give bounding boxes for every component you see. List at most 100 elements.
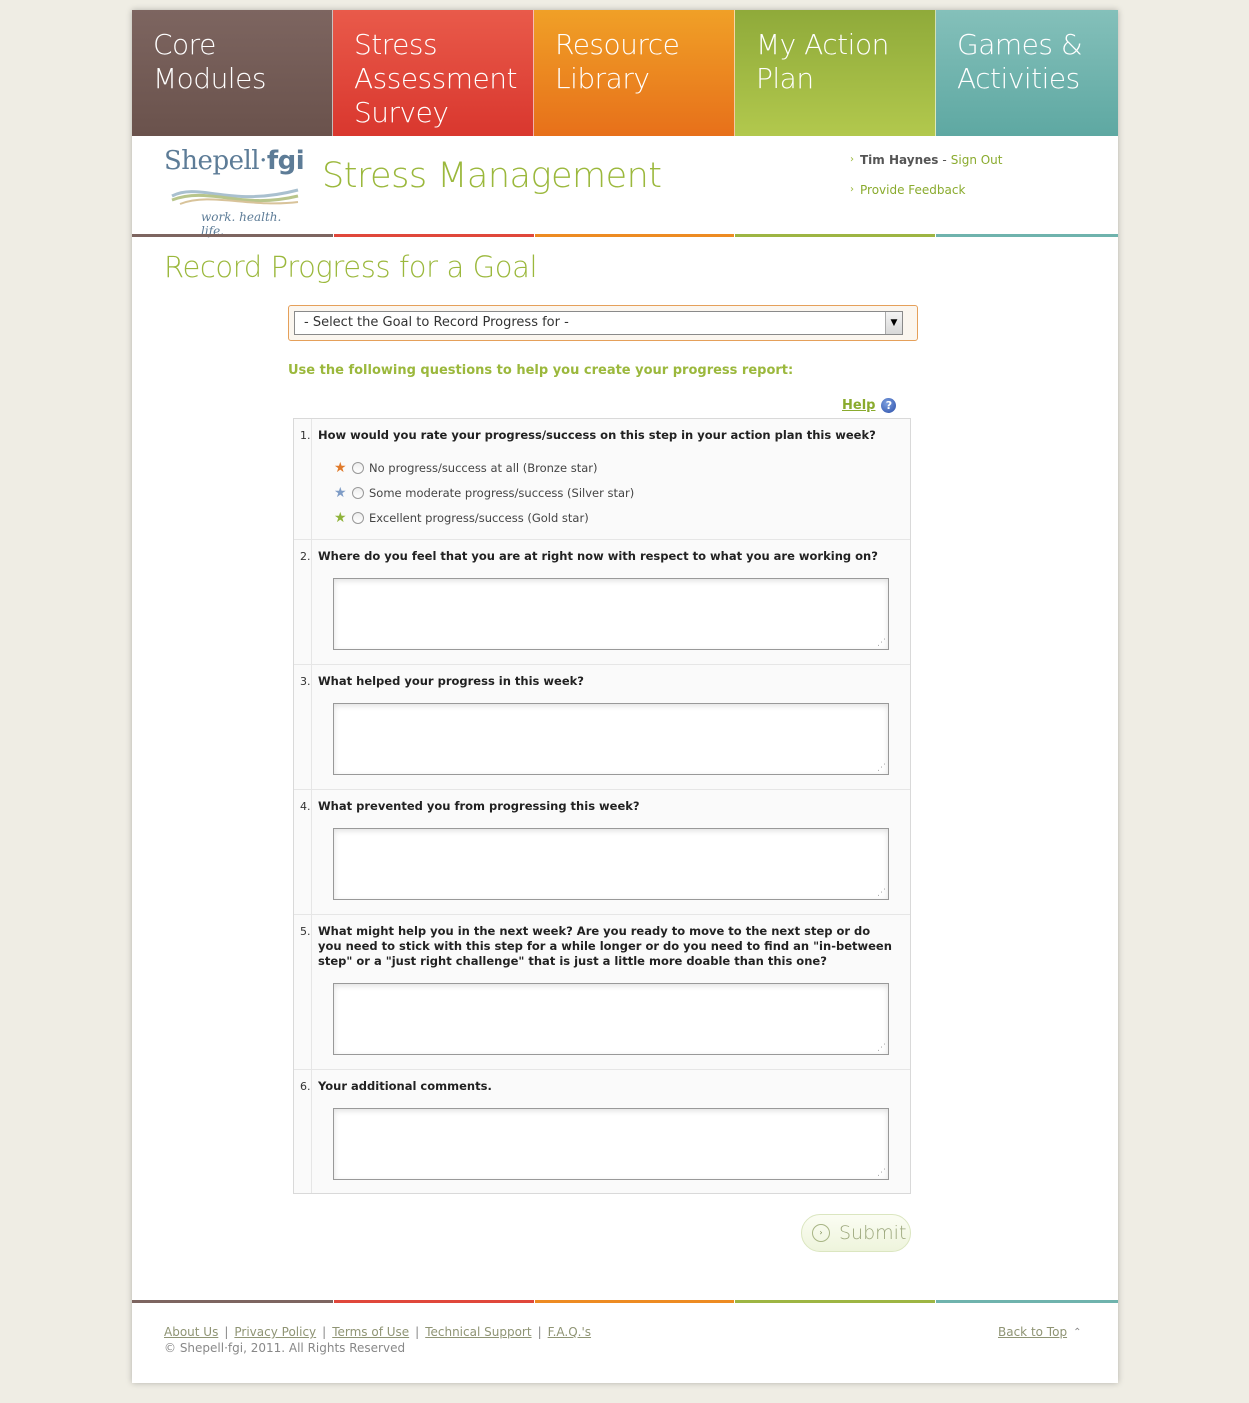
logo-swoosh-icon	[171, 188, 299, 205]
page-title: Record Progress for a Goal	[164, 250, 538, 284]
main-nav: Core Modules Stress Assessment Survey Re…	[132, 10, 1118, 136]
answer-textarea[interactable]: ⋰	[333, 578, 889, 650]
page-container: Core Modules Stress Assessment Survey Re…	[132, 10, 1118, 1383]
separator: -	[942, 153, 947, 167]
question-text: Your additional comments.	[318, 1079, 492, 1093]
logo-suffix: fgi	[266, 146, 305, 176]
question-row: 3. What helped your progress in this wee…	[294, 664, 910, 789]
goal-select-container: - Select the Goal to Record Progress for…	[288, 305, 918, 341]
rating-option-label: No progress/success at all (Bronze star)	[369, 460, 598, 475]
resize-grip-icon[interactable]: ⋰	[877, 1044, 886, 1053]
question-number: 6.	[294, 1070, 312, 1193]
nav-tab-label: Core Modules	[153, 28, 266, 95]
back-to-top-link[interactable]: Back to Top	[998, 1325, 1067, 1339]
nav-tab-label: Library	[555, 62, 650, 95]
answer-textarea[interactable]: ⋰	[333, 828, 889, 900]
question-number: 4.	[294, 790, 312, 914]
rating-option-label: Excellent progress/success (Gold star)	[369, 510, 589, 525]
nav-tab-my-action-plan[interactable]: My Action Plan	[735, 10, 936, 136]
goal-select[interactable]: - Select the Goal to Record Progress for…	[294, 311, 903, 335]
nav-tab-label: Resource	[555, 28, 680, 61]
provide-feedback-link[interactable]: Provide Feedback	[860, 175, 965, 205]
question-number: 3.	[294, 665, 312, 789]
nav-tab-stress-assessment-survey[interactable]: Stress Assessment Survey	[333, 10, 534, 136]
footer-separator: |	[224, 1325, 229, 1339]
nav-tab-label: Activities	[957, 62, 1080, 95]
question-text: What prevented you from progressing this…	[318, 799, 640, 813]
question-row: 1. How would you rate your progress/succ…	[294, 419, 910, 539]
chevron-down-icon[interactable]: ▼	[885, 312, 902, 334]
user-row: › Tim Haynes - Sign Out	[850, 145, 1003, 175]
user-name: Tim Haynes	[860, 153, 939, 167]
rating-option-silver[interactable]: ★ Some moderate progress/success (Silver…	[334, 480, 893, 505]
question-number: 2.	[294, 540, 312, 664]
logo-dot: ·	[259, 146, 267, 176]
resize-grip-icon[interactable]: ⋰	[877, 889, 886, 898]
silver-star-icon: ★	[334, 484, 347, 501]
radio-bronze[interactable]	[352, 461, 364, 474]
nav-tab-core-modules[interactable]: Core Modules	[132, 10, 333, 136]
question-text: What helped your progress in this week?	[318, 674, 584, 688]
footer-links: About Us | Privacy Policy | Terms of Use | Tec…	[164, 1325, 591, 1339]
nav-tab-label: Assessment	[354, 62, 517, 95]
nav-tab-label: Stress	[354, 28, 438, 61]
rating-option-label: Some moderate progress/success (Silver s…	[369, 485, 635, 500]
radio-silver[interactable]	[352, 486, 364, 499]
bronze-star-icon: ★	[334, 459, 347, 476]
help-link[interactable]: Help	[842, 398, 875, 413]
questions-table: 1. How would you rate your progress/succ…	[293, 418, 911, 1194]
footer-separator: |	[415, 1325, 420, 1339]
chevron-up-icon[interactable]: ⌃	[1073, 1327, 1081, 1338]
gold-star-icon: ★	[334, 509, 347, 526]
question-row: 4. What prevented you from progressing t…	[294, 789, 910, 914]
question-row: 2. Where do you feel that you are at rig…	[294, 539, 910, 664]
question-row: 6. Your additional comments. ⋰	[294, 1069, 910, 1193]
resize-grip-icon[interactable]: ⋰	[877, 764, 886, 773]
nav-tab-label: Games &	[957, 28, 1083, 61]
submit-button[interactable]: › Submit	[801, 1214, 911, 1252]
back-to-top: Back to Top ⌃	[998, 1325, 1081, 1339]
submit-label: Submit	[839, 1222, 907, 1244]
logo-name: Shepell	[164, 146, 260, 176]
footer-link-faq[interactable]: F.A.Q.'s	[548, 1325, 591, 1339]
answer-textarea[interactable]: ⋰	[333, 983, 889, 1055]
instructions-text: Use the following questions to help you …	[288, 363, 794, 378]
shepell-fgi-logo[interactable]: Shepell·fgi work. health. life.	[164, 146, 305, 238]
nav-tab-resource-library[interactable]: Resource Library	[534, 10, 735, 136]
footer-link-technical-support[interactable]: Technical Support	[425, 1325, 531, 1339]
arrow-right-icon: ›	[812, 1224, 830, 1242]
chevron-right-icon: ›	[850, 154, 854, 165]
footer-separator: |	[322, 1325, 327, 1339]
site-title: Stress Management	[322, 156, 662, 196]
resize-grip-icon[interactable]: ⋰	[877, 639, 886, 648]
answer-textarea[interactable]: ⋰	[333, 703, 889, 775]
help-icon[interactable]: ?	[881, 398, 897, 413]
nav-tab-label: Plan	[756, 62, 814, 95]
rating-option-bronze[interactable]: ★ No progress/success at all (Bronze sta…	[334, 455, 893, 480]
question-number: 1.	[294, 419, 312, 539]
footer-link-privacy-policy[interactable]: Privacy Policy	[234, 1325, 316, 1339]
radio-gold[interactable]	[352, 511, 364, 524]
answer-textarea[interactable]: ⋰	[333, 1108, 889, 1180]
feedback-row: › Provide Feedback	[850, 175, 1003, 205]
chevron-right-icon: ›	[850, 184, 854, 195]
question-text: How would you rate your progress/success…	[318, 428, 876, 442]
goal-select-value: - Select the Goal to Record Progress for…	[304, 315, 569, 330]
footer-link-about-us[interactable]: About Us	[164, 1325, 218, 1339]
site-header: Shepell·fgi work. health. life. Stress M…	[132, 136, 1118, 238]
rating-option-gold[interactable]: ★ Excellent progress/success (Gold star)	[334, 505, 893, 530]
user-links: › Tim Haynes - Sign Out › Provide Feedba…	[850, 145, 1003, 205]
sign-out-link[interactable]: Sign Out	[951, 145, 1003, 175]
logo-wordmark: Shepell·fgi	[164, 146, 305, 176]
footer-separator: |	[537, 1325, 542, 1339]
rating-options: ★ No progress/success at all (Bronze sta…	[334, 455, 893, 530]
nav-tab-games-activities[interactable]: Games & Activities	[936, 10, 1118, 136]
question-text: Where do you feel that you are at right …	[318, 549, 878, 563]
question-row: 5. What might help you in the next week?…	[294, 914, 910, 1069]
footer-color-bar	[132, 1300, 1118, 1303]
header-color-bar	[132, 234, 1118, 237]
resize-grip-icon[interactable]: ⋰	[877, 1169, 886, 1178]
nav-tab-label: Survey	[354, 96, 449, 129]
footer-link-terms-of-use[interactable]: Terms of Use	[332, 1325, 409, 1339]
question-text: What might help you in the next week? Ar…	[318, 924, 892, 968]
